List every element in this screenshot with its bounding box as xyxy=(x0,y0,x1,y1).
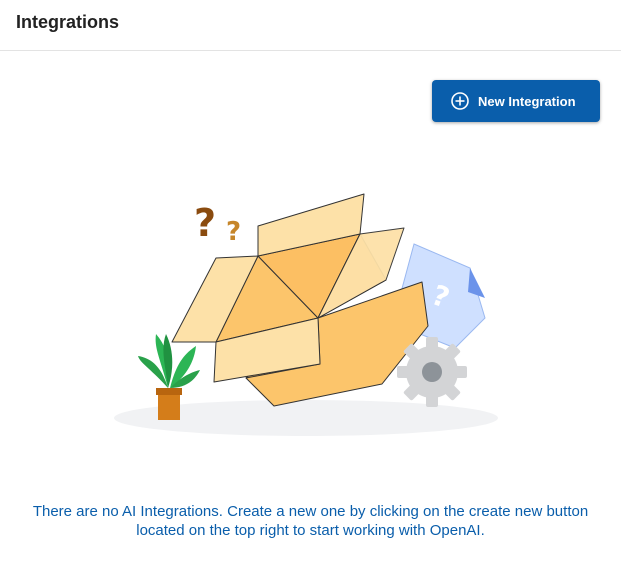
empty-state-line-1: There are no AI Integrations. Create a n… xyxy=(32,503,589,520)
new-integration-button[interactable]: New Integration xyxy=(432,80,600,122)
page-header: Integrations xyxy=(0,0,621,51)
svg-text:?: ? xyxy=(194,201,216,245)
question-marks-icon: ? ? xyxy=(194,201,241,247)
plus-circle-icon xyxy=(450,91,470,111)
empty-state-message: There are no AI Integrations. Create a n… xyxy=(0,502,621,540)
empty-state-line-2: located on the top right to start workin… xyxy=(136,522,485,539)
empty-state-illustration: ? ? ? xyxy=(110,188,510,443)
svg-text:?: ? xyxy=(226,217,241,247)
gear-icon xyxy=(397,337,467,407)
new-integration-label: New Integration xyxy=(478,93,576,109)
page-title: Integrations xyxy=(16,12,120,32)
